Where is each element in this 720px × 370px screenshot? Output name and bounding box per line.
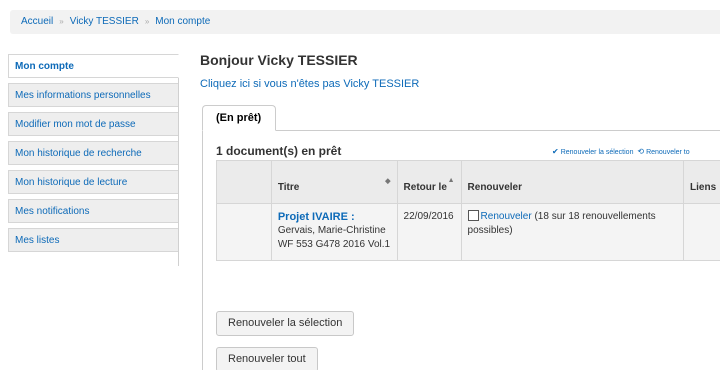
sort-ascending-icon[interactable]: ▲ xyxy=(448,177,455,184)
renew-checkbox[interactable] xyxy=(467,210,479,221)
select-column-header xyxy=(216,160,272,204)
renew-header-label: Renouveler xyxy=(467,182,522,193)
tab-en-pret[interactable]: (En prêt) xyxy=(202,105,277,131)
breadcrumb-current-link[interactable]: Mon compte xyxy=(155,16,210,27)
table-row: Projet IVAIRE : Gervais, Marie-Christine… xyxy=(216,203,720,261)
item-author: Gervais, Marie-Christine xyxy=(277,225,386,236)
renew-selection-button[interactable]: Renouveler la sélection xyxy=(216,311,355,336)
breadcrumb: Accueil » Vicky TESSIER » Mon compte xyxy=(10,10,720,34)
sidebar-item-historique-lecture[interactable]: Mon historique de lecture xyxy=(8,170,178,194)
sort-icon[interactable]: ◆ xyxy=(385,177,390,185)
sidebar-item-mot-de-passe[interactable]: Modifier mon mot de passe xyxy=(8,112,178,136)
renew-links: ✔ Renouveler la sélection ⟲ Renouveler to xyxy=(552,147,690,156)
renew-all-button[interactable]: Renouveler tout xyxy=(216,347,318,370)
checkmark-icon: ✔ xyxy=(552,147,559,156)
sidebar-item-notifications[interactable]: Mes notifications xyxy=(8,199,178,223)
due-column-header[interactable]: Retour le ▲ xyxy=(396,160,462,204)
due-date-cell: 22/09/2016 xyxy=(396,203,462,261)
title-header-label: Titre xyxy=(277,182,300,193)
links-cell xyxy=(683,203,720,261)
breadcrumb-separator-icon: » xyxy=(59,17,64,26)
links-column-header: Liens xyxy=(683,160,720,204)
not-you-link[interactable]: Cliquez ici si vous n'êtes pas Vicky TES… xyxy=(200,78,419,90)
title-column-header[interactable]: Titre ◆ xyxy=(270,160,398,204)
renew-cell: Renouveler (18 sur 18 renouvellements po… xyxy=(460,203,685,261)
renew-icon: ⟲ xyxy=(637,147,645,156)
item-callnumber: WF 553 G478 2016 Vol.1 xyxy=(277,239,391,250)
due-header-label: Retour le xyxy=(403,182,447,193)
item-title-link[interactable]: Projet IVAIRE : xyxy=(278,210,391,224)
sidebar-item-informations[interactable]: Mes informations personnelles xyxy=(8,83,178,107)
breadcrumb-home-link[interactable]: Accueil xyxy=(21,16,53,27)
sidebar-item-mon-compte[interactable]: Mon compte xyxy=(8,54,179,78)
page-title: Bonjour Vicky TESSIER xyxy=(200,52,358,68)
renew-item-link[interactable]: Renouveler xyxy=(481,211,532,222)
links-header-label: Liens xyxy=(690,182,717,193)
sidebar-item-historique-recherche[interactable]: Mon historique de recherche xyxy=(8,141,178,165)
renew-column-header: Renouveler xyxy=(460,160,685,204)
breadcrumb-separator-icon: » xyxy=(144,17,150,26)
renew-all-link[interactable]: Renouveler to xyxy=(646,149,690,156)
select-cell xyxy=(216,203,272,261)
title-cell: Projet IVAIRE : Gervais, Marie-Christine… xyxy=(270,203,398,261)
tab-bar: (En prêt) xyxy=(202,105,720,131)
breadcrumb-user-link[interactable]: Vicky TESSIER xyxy=(70,16,139,27)
loans-count-heading: 1 document(s) en prêt xyxy=(216,144,342,158)
renew-selection-link[interactable]: Renouveler la sélection xyxy=(561,149,634,156)
loans-table: Titre ◆ Retour le ▲ Renouveler Liens Pro… xyxy=(216,160,720,261)
user-menu-sidebar: Mon compte Mes informations personnelles… xyxy=(8,54,179,266)
sidebar-item-listes[interactable]: Mes listes xyxy=(8,228,178,252)
